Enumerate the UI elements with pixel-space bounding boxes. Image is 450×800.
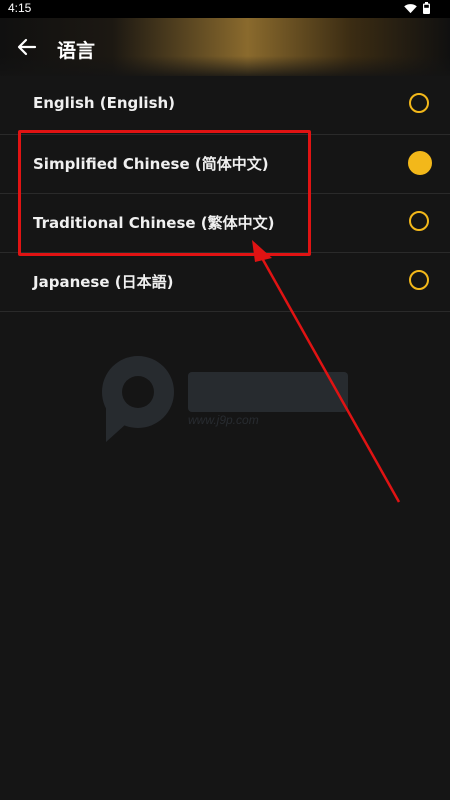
radio-button-japanese[interactable] — [409, 270, 429, 290]
watermark-url: www.j9p.com — [188, 413, 259, 427]
watermark-logo: www.j9p.com — [102, 356, 348, 442]
arrow-left-icon — [17, 38, 37, 56]
language-item-japanese[interactable]: Japanese (日本語) — [0, 253, 450, 312]
page-title: 语言 — [57, 40, 96, 62]
language-label: Japanese (日本語) — [33, 273, 174, 291]
status-icons — [404, 2, 430, 14]
status-time: 4:15 — [8, 1, 32, 15]
language-label: Simplified Chinese (简体中文) — [33, 155, 269, 173]
language-label: Traditional Chinese (繁体中文) — [33, 214, 275, 232]
battery-icon — [423, 2, 430, 14]
language-item-english[interactable]: English (English) — [0, 76, 450, 135]
language-label: English (English) — [33, 94, 176, 112]
language-item-traditional-chinese[interactable]: Traditional Chinese (繁体中文) — [0, 194, 450, 253]
back-button[interactable] — [12, 32, 42, 62]
radio-button-simplified-chinese[interactable] — [408, 151, 432, 175]
app-bar: 语言 — [0, 18, 450, 76]
radio-button-traditional-chinese[interactable] — [409, 211, 429, 231]
status-bar: 4:15 — [0, 0, 450, 18]
wifi-icon — [404, 3, 417, 13]
language-list: English (English) Simplified Chinese (简体… — [0, 76, 450, 312]
radio-button-english[interactable] — [409, 93, 429, 113]
language-item-simplified-chinese[interactable]: Simplified Chinese (简体中文) — [0, 135, 450, 194]
